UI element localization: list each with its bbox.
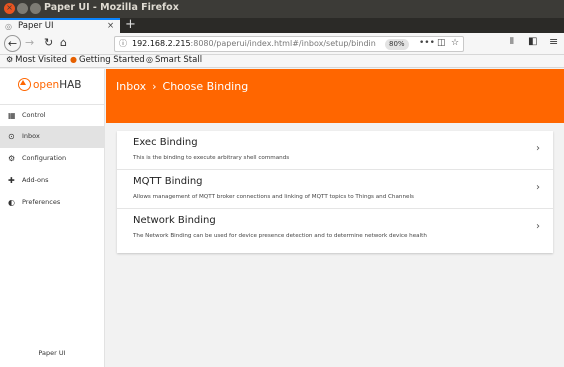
bookmark-most-visited[interactable]: ⚙ Most Visited <box>6 55 67 65</box>
chevron-right-icon: › <box>536 221 540 232</box>
logo-text-hab: HAB <box>59 79 82 91</box>
sidebar-item-label: Configuration <box>22 154 67 162</box>
bookmark-label: Smart Stall <box>154 55 203 65</box>
firefox-icon: ● <box>70 55 77 64</box>
sidebar-toggle-icon[interactable]: ◧ <box>528 36 537 47</box>
logo-text-open: open <box>33 79 60 91</box>
main-panel: Inbox › Choose Binding Exec Binding This i… <box>106 69 564 367</box>
tab-strip: ◎ Paper UI × + <box>0 17 564 33</box>
binding-list: Exec Binding This is the binding to exec… <box>117 131 553 253</box>
binding-item-mqtt[interactable]: MQTT Binding Allows management of MQTT b… <box>117 170 553 209</box>
sidebar: openHAB ▦ Control ⊙ Inbox ⚙ Configuratio… <box>0 69 105 367</box>
sidebar-item-configuration[interactable]: ⚙ Configuration <box>0 148 104 170</box>
url-path: :8080/paperui/index.html#/inbox/setup/bi… <box>190 39 376 48</box>
gear-icon: ⚙ <box>8 154 16 163</box>
sidebar-item-label: Inbox <box>22 132 40 140</box>
sidebar-item-label: Preferences <box>22 198 61 206</box>
bookmark-label: Getting Started <box>78 55 145 65</box>
reload-icon[interactable]: ↻ <box>44 36 53 49</box>
binding-title: Network Binding <box>133 215 216 226</box>
pocket-icon[interactable]: ◫ <box>437 38 446 48</box>
site-info-icon[interactable]: ⓘ <box>119 38 127 49</box>
zoom-level-badge[interactable]: 80% <box>385 39 409 50</box>
gear-icon: ⚙ <box>6 55 14 64</box>
sidebar-footer: Paper UI <box>38 349 66 357</box>
sidebar-item-preferences[interactable]: ◐ Preferences <box>0 192 104 214</box>
tab-close-icon[interactable]: × <box>107 21 114 31</box>
breadcrumb-separator: › <box>152 80 157 93</box>
binding-description: This is the binding to execute arbitrary… <box>133 155 290 161</box>
breadcrumb: Inbox › Choose Binding <box>116 80 248 93</box>
library-icon[interactable]: ⫴ <box>510 37 514 47</box>
home-icon[interactable]: ⌂ <box>60 36 67 49</box>
address-bar[interactable]: ⓘ 192.168.2.215:8080/paperui/index.html#… <box>114 36 464 52</box>
bookmark-getting-started[interactable]: ● Getting Started <box>70 55 145 65</box>
binding-item-exec[interactable]: Exec Binding This is the binding to exec… <box>117 131 553 170</box>
binding-title: Exec Binding <box>133 137 198 148</box>
favicon-icon: ◎ <box>5 22 12 31</box>
url-text[interactable]: 192.168.2.215:8080/paperui/index.html#/i… <box>132 39 378 48</box>
inbox-icon: ⊙ <box>8 132 15 141</box>
forward-arrow-icon[interactable]: → <box>25 36 34 49</box>
binding-description: The Network Binding can be used for devi… <box>133 233 427 239</box>
openhab-logo-icon <box>18 78 31 91</box>
bookmarks-toolbar: ⚙ Most Visited ● Getting Started ◎ Smart St… <box>0 55 564 68</box>
back-arrow-icon[interactable]: ← <box>4 35 21 52</box>
bookmark-star-icon[interactable]: ☆ <box>451 38 459 48</box>
hamburger-menu-icon[interactable]: ≡ <box>549 35 558 48</box>
chevron-right-icon: › <box>536 182 540 193</box>
window-maximize-button[interactable] <box>30 3 41 14</box>
openhab-logo[interactable]: openHAB <box>18 78 82 96</box>
page-content: openHAB ▦ Control ⊙ Inbox ⚙ Configuratio… <box>0 69 564 367</box>
binding-title: MQTT Binding <box>133 176 203 187</box>
more-actions-icon[interactable]: ••• <box>419 38 435 48</box>
close-icon: × <box>6 3 13 12</box>
grid-icon: ▦ <box>8 111 16 120</box>
bookmark-smart-stall[interactable]: ◎ Smart Stall <box>146 55 202 65</box>
binding-item-network[interactable]: Network Binding The Network Binding can … <box>117 209 553 248</box>
binding-description: Allows management of MQTT broker connect… <box>133 194 414 200</box>
page-title: Choose Binding <box>162 80 249 93</box>
puzzle-icon: ✚ <box>8 176 15 185</box>
sidebar-item-addons[interactable]: ✚ Add-ons <box>0 170 104 192</box>
window-minimize-button[interactable] <box>17 3 28 14</box>
new-tab-button[interactable]: + <box>125 17 136 32</box>
tab-title: Paper UI <box>18 21 54 31</box>
globe-icon: ◎ <box>146 55 153 64</box>
sidebar-item-inbox[interactable]: ⊙ Inbox <box>0 126 104 148</box>
page-header: Inbox › Choose Binding <box>106 69 564 123</box>
url-host: 192.168.2.215 <box>132 39 191 48</box>
contrast-icon: ◐ <box>8 198 15 207</box>
navigation-toolbar: ← → ↻ ⌂ ⓘ 192.168.2.215:8080/paperui/ind… <box>0 33 564 55</box>
window-title: Paper UI - Mozilla Firefox <box>44 2 179 13</box>
breadcrumb-inbox[interactable]: Inbox <box>116 80 146 93</box>
browser-tab-paper-ui[interactable]: ◎ Paper UI × <box>0 18 120 33</box>
sidebar-item-control[interactable]: ▦ Control <box>0 105 104 127</box>
window-titlebar: × Paper UI - Mozilla Firefox <box>0 0 564 18</box>
chevron-right-icon: › <box>536 143 540 154</box>
sidebar-item-label: Control <box>22 111 46 119</box>
sidebar-item-label: Add-ons <box>22 176 49 184</box>
window-close-button[interactable]: × <box>4 3 15 14</box>
bookmark-label: Most Visited <box>15 55 67 65</box>
